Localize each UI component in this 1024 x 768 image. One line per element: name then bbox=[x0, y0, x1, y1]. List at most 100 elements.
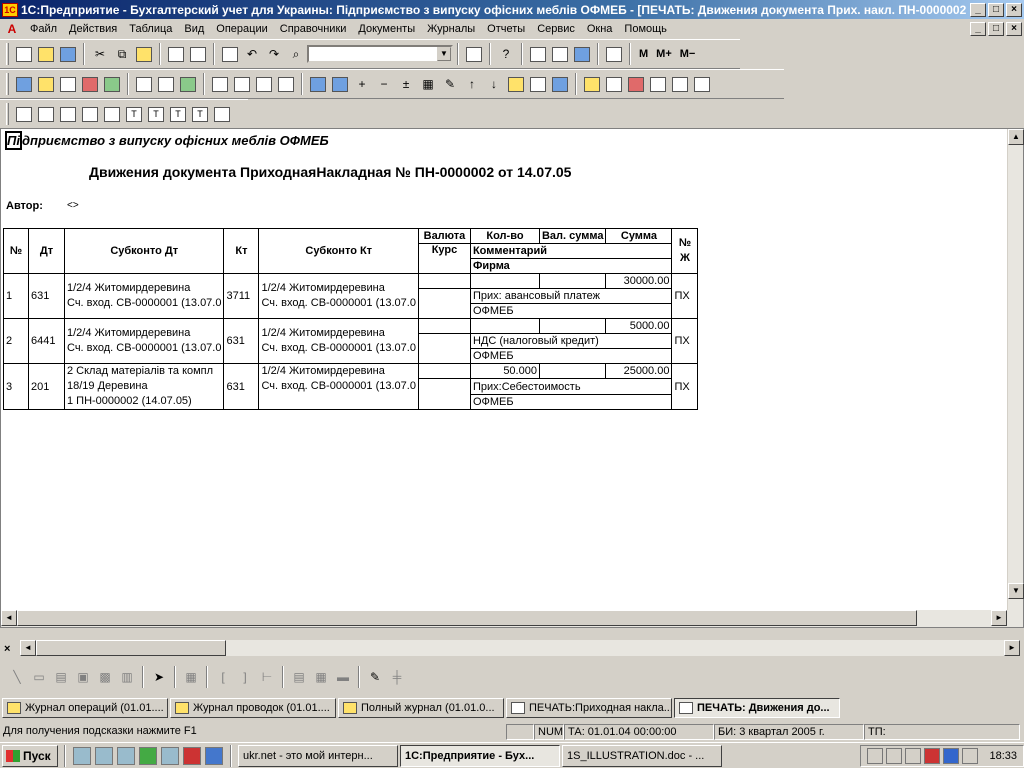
quicklaunch-icon[interactable] bbox=[95, 746, 113, 765]
exchange-icon[interactable] bbox=[691, 73, 713, 95]
globe-icon[interactable] bbox=[549, 73, 571, 95]
menu-operations[interactable]: Операции bbox=[210, 23, 273, 35]
report-chart-icon[interactable] bbox=[211, 103, 233, 125]
cash-icon[interactable] bbox=[527, 73, 549, 95]
tray-icon[interactable] bbox=[886, 747, 903, 764]
book-icon[interactable] bbox=[603, 43, 625, 65]
select-pointer-icon[interactable]: ➤ bbox=[148, 666, 170, 688]
arrow-down-icon[interactable]: ↓ bbox=[483, 73, 505, 95]
search-combo[interactable]: ▼ bbox=[307, 45, 453, 63]
menu-actions[interactable]: Действия bbox=[63, 23, 123, 35]
panel-scroll-left-icon[interactable]: ◄ bbox=[20, 640, 36, 656]
print-preview-icon[interactable] bbox=[187, 43, 209, 65]
report-grid-icon[interactable] bbox=[35, 103, 57, 125]
new-doc-icon[interactable] bbox=[13, 43, 35, 65]
task-1c[interactable]: 1С:Предприятие - Бух... bbox=[400, 744, 560, 767]
bookmark-icon[interactable] bbox=[307, 73, 329, 95]
tree-icon[interactable] bbox=[101, 73, 123, 95]
cell-cursor[interactable]: Пі bbox=[5, 131, 22, 150]
close-button[interactable]: × bbox=[1006, 2, 1022, 17]
doc-minimize-button[interactable]: _ bbox=[970, 22, 986, 36]
excel-icon[interactable] bbox=[139, 746, 157, 765]
app-icon[interactable]: 1С bbox=[2, 2, 18, 17]
bracket-right-icon[interactable]: ] bbox=[234, 666, 256, 688]
chevron-down-icon[interactable]: ▼ bbox=[437, 47, 451, 61]
toolbar-grip[interactable] bbox=[6, 43, 9, 65]
invoice-icon[interactable] bbox=[231, 73, 253, 95]
analysis-icon[interactable] bbox=[79, 73, 101, 95]
menu-help[interactable]: Помощь bbox=[618, 23, 673, 35]
tray-icon[interactable] bbox=[905, 747, 922, 764]
journal-icon[interactable] bbox=[35, 73, 57, 95]
open-folder-icon[interactable] bbox=[35, 43, 57, 65]
coins-icon[interactable] bbox=[505, 73, 527, 95]
menu-reports[interactable]: Отчеты bbox=[481, 23, 531, 35]
ie-icon[interactable] bbox=[205, 746, 223, 765]
equals-icon[interactable]: ± bbox=[395, 73, 417, 95]
panel-scrollbar[interactable]: ◄ ► bbox=[20, 640, 1020, 656]
close-panel-icon[interactable]: × bbox=[4, 643, 16, 655]
report-text4-icon[interactable]: T bbox=[189, 103, 211, 125]
clock[interactable]: 18:33 bbox=[989, 750, 1017, 762]
bracket-left-icon[interactable]: [ bbox=[212, 666, 234, 688]
menu-view[interactable]: Вид bbox=[178, 23, 210, 35]
currency-icon[interactable] bbox=[177, 73, 199, 95]
waybill-icon[interactable] bbox=[253, 73, 275, 95]
calc-icon[interactable] bbox=[647, 73, 669, 95]
undo-icon[interactable]: ↶ bbox=[241, 43, 263, 65]
clock-icon[interactable] bbox=[155, 73, 177, 95]
quicklaunch-icon[interactable] bbox=[73, 746, 91, 765]
goods-icon[interactable] bbox=[133, 73, 155, 95]
report-chess-icon[interactable] bbox=[79, 103, 101, 125]
memory-button[interactable]: M bbox=[635, 48, 652, 60]
align-icon[interactable]: ⊢ bbox=[256, 666, 278, 688]
toolbar-grip[interactable] bbox=[6, 103, 9, 125]
menu-references[interactable]: Справочники bbox=[274, 23, 353, 35]
grid-icon[interactable]: ▦ bbox=[417, 73, 439, 95]
tab-print-waybill[interactable]: ПЕЧАТЬ:Приходная накла... bbox=[506, 698, 672, 718]
help-question-icon[interactable]: ? bbox=[495, 43, 517, 65]
scroll-down-icon[interactable]: ▼ bbox=[1008, 583, 1024, 599]
report-card-icon[interactable] bbox=[101, 103, 123, 125]
panel-scroll-right-icon[interactable]: ► bbox=[1004, 640, 1020, 656]
quicklaunch-icon[interactable] bbox=[161, 746, 179, 765]
payment-icon[interactable] bbox=[275, 73, 297, 95]
chart-tool-icon[interactable]: ▥ bbox=[116, 666, 138, 688]
calculator-icon[interactable] bbox=[527, 43, 549, 65]
table-row[interactable]: 2 6441 1/2/4 Житомирдеревина Сч. вход. СВ… bbox=[3, 318, 699, 364]
list-icon[interactable] bbox=[209, 73, 231, 95]
copy-doc-icon[interactable] bbox=[329, 73, 351, 95]
tab-entries-journal[interactable]: Журнал проводок (01.01.... bbox=[170, 698, 336, 718]
vertical-scrollbar[interactable]: ▲ ▼ bbox=[1007, 129, 1024, 611]
horizontal-scrollbar[interactable]: ◄ ► bbox=[1, 610, 1023, 627]
menu-table[interactable]: Таблица bbox=[123, 23, 178, 35]
table-row[interactable]: 1 631 1/2/4 Житомирдеревина Сч. вход. СВ-… bbox=[3, 273, 699, 319]
tab-full-journal[interactable]: Полный журнал (01.01.0... bbox=[338, 698, 504, 718]
tray-icon[interactable] bbox=[867, 747, 884, 764]
memory-plus-button[interactable]: M+ bbox=[652, 48, 676, 60]
save-icon[interactable] bbox=[57, 43, 79, 65]
report-text2-icon[interactable]: T bbox=[145, 103, 167, 125]
panel-scroll-thumb[interactable] bbox=[36, 640, 226, 656]
maximize-button[interactable]: □ bbox=[988, 2, 1004, 17]
scroll-left-icon[interactable]: ◄ bbox=[1, 610, 17, 626]
quicklaunch-icon[interactable] bbox=[117, 746, 135, 765]
find-binoculars-icon[interactable]: ⌕ bbox=[285, 43, 307, 65]
minimize-button[interactable]: _ bbox=[970, 2, 986, 17]
group-icon[interactable]: ▦ bbox=[180, 666, 202, 688]
task-word-doc[interactable]: 1S_ILLUSTRATION.doc - ... bbox=[562, 744, 722, 767]
picture-tool-icon[interactable]: ▣ bbox=[72, 666, 94, 688]
scroll-thumb[interactable] bbox=[17, 610, 917, 626]
arrow-up-icon[interactable]: ↑ bbox=[461, 73, 483, 95]
toolbar-grip[interactable] bbox=[6, 73, 9, 95]
close-period-icon[interactable] bbox=[669, 73, 691, 95]
task-ukrnet[interactable]: ukr.net - это мой интерн... bbox=[238, 744, 398, 767]
message-icon[interactable] bbox=[571, 43, 593, 65]
menu-file[interactable]: Файл bbox=[24, 23, 63, 35]
title-bar[interactable]: 1С 1С:Предприятие - Бухгалтерский учет д… bbox=[0, 0, 1024, 19]
language-icon[interactable] bbox=[943, 747, 960, 764]
balance-icon[interactable] bbox=[57, 73, 79, 95]
rect-tool-icon[interactable]: ▭ bbox=[28, 666, 50, 688]
report-sheet-icon[interactable] bbox=[57, 103, 79, 125]
start-button[interactable]: Пуск bbox=[2, 744, 58, 767]
